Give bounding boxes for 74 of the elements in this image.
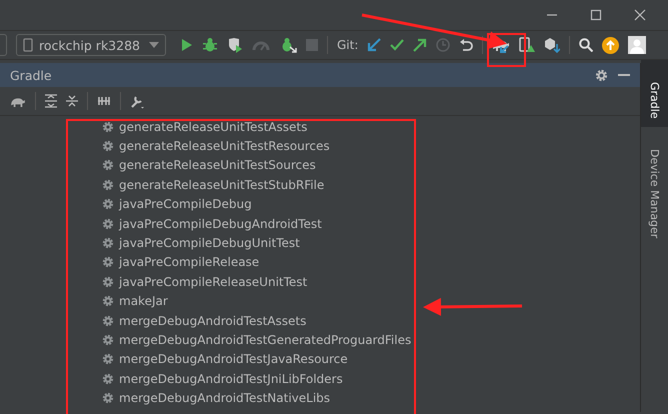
gear-icon [102, 256, 114, 268]
task-name: javaPreCompileDebug [119, 197, 252, 212]
gear-icon [102, 140, 114, 152]
gear-icon [102, 218, 114, 230]
task-name: mergeDebugAndroidTestJniLibFolders [119, 372, 343, 386]
task-item[interactable]: javaPreCompileReleaseUnitTest [102, 272, 640, 292]
gear-icon [102, 392, 114, 404]
task-item[interactable]: generateReleaseUnitTestStubRFile [102, 175, 640, 195]
caret-icon [149, 42, 159, 48]
task-item[interactable]: mergeDebugAndroidTestJavaResource [102, 350, 640, 370]
task-item[interactable]: javaPreCompileDebugAndroidTest [102, 214, 640, 234]
highlight-frame [487, 33, 526, 67]
task-name: generateReleaseUnitTestStubRFile [119, 178, 324, 192]
package-download-icon[interactable] [544, 37, 560, 53]
undo-icon[interactable] [459, 38, 474, 52]
gear-icon [102, 237, 114, 250]
task-item[interactable]: mergeDebugAndroidTestJniLibFolders [102, 369, 640, 388]
task-item[interactable]: makeJar [102, 292, 640, 311]
task-name: javaPreCompileRelease [119, 255, 260, 270]
task-name: mergeDebugAndroidTestJavaResource [119, 352, 348, 366]
expand-all-icon[interactable] [45, 94, 57, 108]
task-item[interactable]: mergeDebugAndroidTestNativeLibs [102, 388, 640, 408]
device-manager-icon[interactable] [519, 37, 536, 53]
task-item[interactable]: mergeDebugAndroidTestAssets [102, 310, 640, 330]
avatar-icon[interactable] [628, 36, 646, 54]
wrench-icon[interactable] [130, 94, 145, 108]
gear-icon [102, 159, 114, 172]
gear-icon [102, 198, 114, 210]
search-icon[interactable] [579, 38, 594, 52]
device-dropdown[interactable]: rockchip rk3288 [16, 34, 166, 56]
gear-icon [102, 120, 114, 133]
collapse-all-icon[interactable] [66, 94, 78, 108]
settings-icon[interactable] [595, 68, 608, 82]
bug-icon[interactable] [202, 37, 218, 53]
task-name: generateReleaseUnitTestResources [119, 139, 330, 154]
task-name: makeJar [119, 294, 168, 308]
checkmark-icon[interactable] [390, 39, 404, 51]
shield-run-icon[interactable] [227, 37, 243, 53]
close-icon[interactable] [634, 9, 646, 21]
git-label: Git: [337, 38, 358, 52]
task-item[interactable]: generateReleaseUnitTestAssets [102, 117, 640, 136]
run-icon[interactable] [179, 38, 193, 52]
gear-icon [102, 353, 114, 366]
task-name: generateReleaseUnitTestSources [119, 158, 316, 172]
task-name: javaPreCompileDebugAndroidTest [119, 216, 322, 231]
gear-icon [102, 178, 114, 191]
phone-icon [23, 38, 33, 52]
side-tab[interactable]: Device Manager [641, 126, 668, 246]
task-name: generateReleaseUnitTestAssets [119, 120, 308, 134]
task-name: mergeDebugAndroidTestAssets [119, 314, 306, 328]
panel-title: Gradle [10, 68, 53, 82]
task-name: mergeDebugAndroidTestGeneratedProguardFiles [119, 332, 412, 347]
task-item[interactable]: javaPreCompileDebug [102, 194, 640, 214]
toolbar-field[interactable] [0, 34, 7, 56]
update-icon[interactable] [602, 36, 620, 54]
side-tab[interactable]: Gradle [641, 60, 668, 127]
task-item[interactable]: javaPreCompileRelease [102, 252, 640, 272]
update-arrow-icon[interactable] [367, 38, 382, 52]
gear-icon [102, 276, 114, 288]
gear-icon [102, 295, 114, 308]
gear-icon [102, 314, 114, 327]
device-name: rockchip rk3288 [39, 38, 141, 52]
gear-icon [102, 372, 114, 385]
task-name: javaPreCompileDebugUnitTest [119, 236, 300, 250]
task-item[interactable]: generateReleaseUnitTestSources [102, 156, 640, 176]
task-item[interactable]: mergeDebugAndroidTestGeneratedProguardFiles [102, 330, 640, 350]
task-item[interactable]: javaPreCompileDebugUnitTest [102, 233, 640, 253]
task-name: mergeDebugAndroidTestNativeLibs [119, 391, 330, 406]
push-arrow-icon[interactable] [413, 38, 428, 52]
minimize-icon[interactable] [618, 74, 630, 76]
task-item[interactable]: generateReleaseUnitTestResources [102, 136, 640, 156]
gear-icon [102, 334, 114, 346]
maximize-icon[interactable] [590, 9, 602, 21]
task-name: javaPreCompileReleaseUnitTest [119, 274, 308, 289]
